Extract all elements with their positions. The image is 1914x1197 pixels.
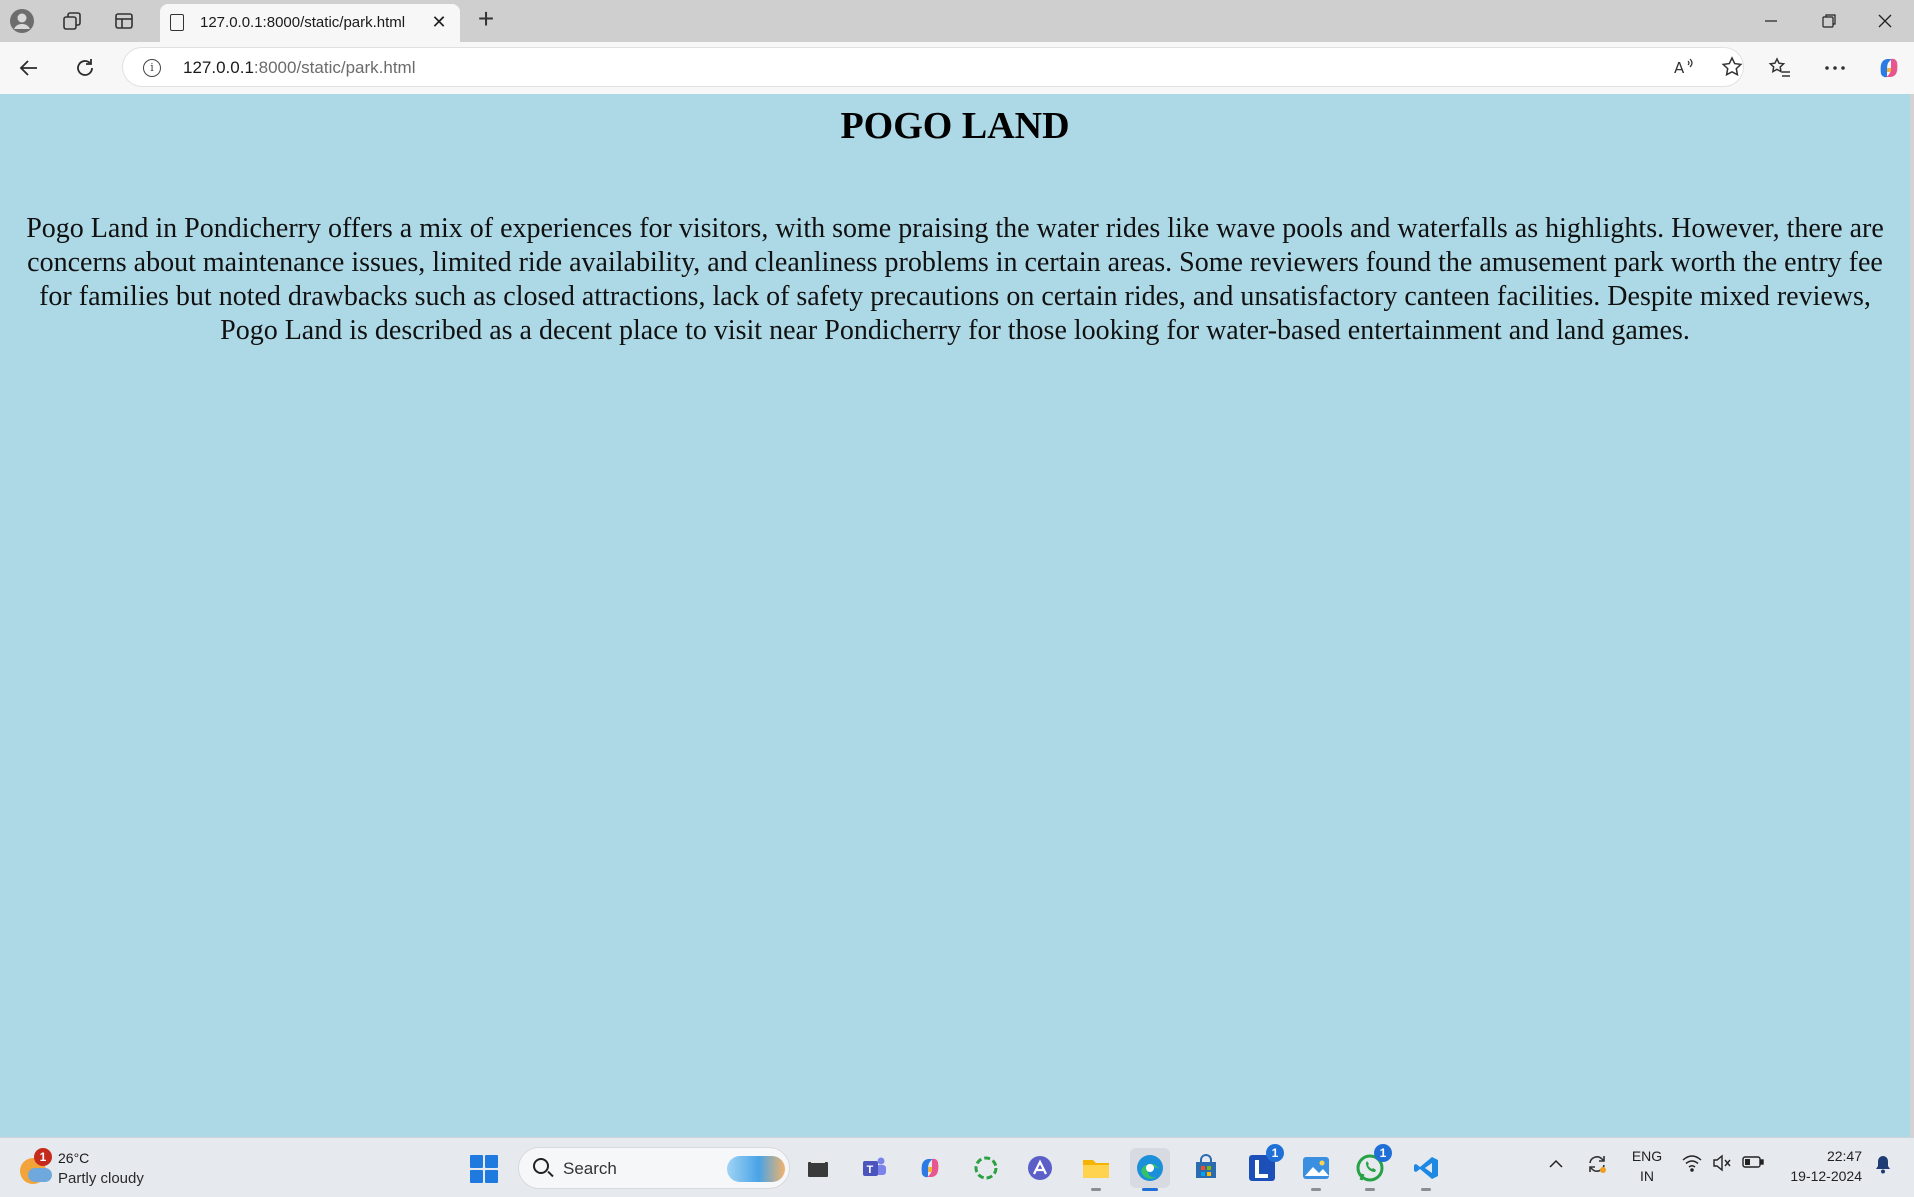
language-code: ENG [1631,1148,1663,1164]
copilot-sidebar-icon[interactable] [1872,51,1906,85]
search-highlight-icon [727,1156,785,1182]
running-indicator [1091,1188,1101,1191]
search-label: Search [563,1159,617,1178]
favorites-list-icon[interactable] [1763,51,1797,85]
file-explorer-icon[interactable] [1076,1148,1116,1191]
whatsapp-icon[interactable]: 1 [1350,1144,1392,1191]
favorite-star-icon[interactable] [1715,50,1749,84]
close-tab-icon[interactable]: ✕ [428,11,450,33]
edge-icon[interactable] [1130,1148,1170,1191]
page-body: POGO LAND Pogo Land in Pondicherry offer… [0,94,1910,1137]
file-explorer-alt-icon[interactable] [798,1148,838,1188]
arc-icon[interactable] [1020,1148,1060,1188]
running-indicator [1421,1188,1431,1191]
language-indicator[interactable]: ENG IN [1630,1146,1664,1186]
workspaces-icon[interactable] [56,6,88,36]
wifi-icon[interactable] [1682,1154,1702,1177]
battery-icon[interactable] [1742,1155,1764,1174]
teams-icon[interactable]: T [854,1148,894,1188]
l-app-icon[interactable]: 1 [1242,1144,1284,1188]
running-indicator [1365,1188,1375,1191]
close-window-button[interactable] [1862,4,1908,38]
photos-icon[interactable] [1296,1148,1336,1191]
weather-condition: Partly cloudy [58,1170,144,1187]
restore-window-button[interactable] [1806,4,1852,38]
region-code: IN [1640,1168,1654,1184]
clock-date: 19-12-2024 [1790,1168,1862,1184]
weather-cloud-icon [28,1168,52,1182]
store-icon[interactable] [1186,1148,1226,1188]
copilot-icon[interactable] [910,1148,950,1188]
more-options-icon[interactable] [1818,51,1852,85]
l-app-badge: 1 [1266,1144,1284,1162]
weather-badge: 1 [34,1148,52,1166]
refresh-app-icon[interactable] [966,1148,1006,1188]
sync-icon[interactable] [1586,1153,1608,1180]
system-clock[interactable]: 22:47 19-12-2024 [1780,1146,1862,1186]
taskbar-search-box[interactable]: Search [518,1147,790,1189]
profile-icon[interactable] [6,6,38,36]
new-tab-button[interactable]: + [472,5,500,34]
url-path: :8000/static/park.html [253,58,416,77]
search-icon [533,1158,549,1174]
vscode-icon[interactable] [1406,1148,1446,1191]
whatsapp-badge: 1 [1374,1144,1392,1162]
vertical-tabs-icon[interactable] [108,6,140,36]
browser-title-bar: 127.0.0.1:8000/static/park.html ✕ + [0,0,1914,42]
active-indicator [1142,1188,1158,1191]
tab-title: 127.0.0.1:8000/static/park.html [200,14,406,31]
address-url: 127.0.0.1:8000/static/park.html [183,58,415,78]
minimize-window-button[interactable] [1748,4,1794,38]
browser-toolbar: i 127.0.0.1:8000/static/park.html A [0,42,1914,94]
svg-text:A: A [1674,59,1685,77]
windows-start-icon[interactable] [470,1155,498,1183]
address-bar[interactable]: i 127.0.0.1:8000/static/park.html A [122,47,1744,87]
chevron-up-icon[interactable] [1548,1156,1564,1174]
page-title: POGO LAND [840,105,1070,147]
read-aloud-icon[interactable]: A [1667,50,1701,84]
site-info-icon[interactable]: i [143,59,161,77]
taskbar: 1 26°C Partly cloudy Search T 1 1 ENG IN… [0,1137,1914,1197]
url-host: 127.0.0.1 [183,58,254,77]
browser-tab[interactable]: 127.0.0.1:8000/static/park.html ✕ [160,4,460,42]
notification-bell-icon[interactable] [1874,1154,1892,1179]
clock-time: 22:47 [1826,1148,1862,1164]
running-indicator [1311,1188,1321,1191]
back-arrow-icon[interactable] [12,51,46,85]
page-description: Pogo Land in Pondicherry offers a mix of… [26,213,1884,346]
weather-widget[interactable]: 1 26°C Partly cloudy [18,1148,168,1190]
reload-icon[interactable] [68,51,102,85]
speaker-muted-icon[interactable] [1712,1154,1732,1177]
weather-temperature: 26°C [58,1150,90,1166]
svg-text:T: T [867,1164,874,1176]
page-favicon-icon [170,14,184,31]
